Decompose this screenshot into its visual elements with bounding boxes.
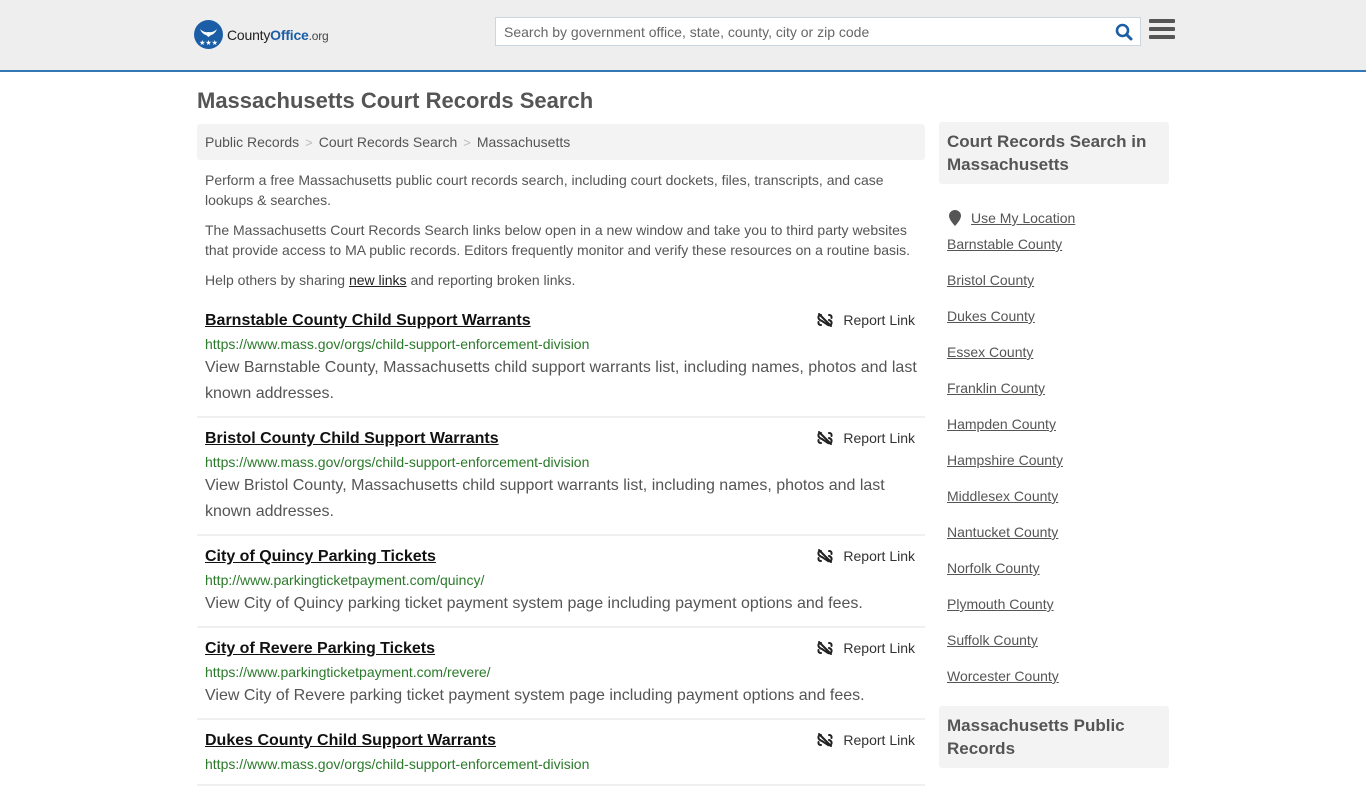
sidebar-county-item: Franklin County — [947, 380, 1161, 416]
report-link-label: Report Link — [843, 312, 915, 328]
search-icon — [1115, 23, 1133, 40]
intro-p3-before: Help others by sharing — [205, 272, 349, 288]
intro-paragraph-1: Perform a free Massachusetts public cour… — [205, 172, 884, 208]
svg-text:★★★: ★★★ — [199, 39, 218, 47]
result-item: Barnstable County Child Support Warrants… — [197, 300, 925, 418]
result-description: View Barnstable County, Massachusetts ch… — [205, 359, 917, 402]
report-link-label: Report Link — [843, 548, 915, 564]
intro-paragraph-2: The Massachusetts Court Records Search l… — [205, 222, 911, 258]
sidebar-county-item: Bristol County — [947, 272, 1161, 308]
report-link-label: Report Link — [843, 732, 915, 748]
result-item: Dukes County Child Support Warrants Repo… — [197, 720, 925, 786]
result-title-link[interactable]: City of Revere Parking Tickets — [205, 638, 435, 660]
hamburger-menu-icon[interactable] — [1149, 19, 1175, 43]
site-header: ★★★ CountyOffice.org — [0, 0, 1366, 72]
site-logo[interactable]: ★★★ CountyOffice.org — [194, 20, 329, 49]
broken-link-icon — [817, 733, 833, 747]
sidebar-county-item: Nantucket County — [947, 524, 1161, 560]
logo-text: CountyOffice.org — [227, 27, 329, 43]
sidebar-county-item: Worcester County — [947, 668, 1161, 704]
sidebar-county-item: Middlesex County — [947, 488, 1161, 524]
sidebar-county-item: Suffolk County — [947, 632, 1161, 668]
use-my-location-link[interactable]: Use My Location — [971, 210, 1075, 226]
result-item: Bristol County Child Support Warrants Re… — [197, 418, 925, 536]
search-input[interactable] — [496, 18, 1108, 45]
report-link-label: Report Link — [843, 430, 915, 446]
sidebar-county-item: Dukes County — [947, 308, 1161, 344]
result-item: City of Revere Parking Tickets Report Li… — [197, 628, 925, 720]
report-link-label: Report Link — [843, 640, 915, 656]
sidebar-county-item: Plymouth County — [947, 596, 1161, 632]
county-link[interactable]: Worcester County — [947, 668, 1059, 684]
result-description: View City of Quincy parking ticket payme… — [205, 595, 863, 612]
logo-org: .org — [308, 28, 329, 43]
intro-text: Perform a free Massachusetts public cour… — [197, 170, 925, 290]
result-url: https://www.parkingticketpayment.com/rev… — [205, 664, 491, 680]
county-link[interactable]: Franklin County — [947, 380, 1045, 396]
sidebar-county-item: Barnstable County — [947, 236, 1161, 272]
county-link[interactable]: Barnstable County — [947, 236, 1062, 252]
breadcrumb-public-records[interactable]: Public Records — [205, 134, 299, 150]
result-description: View Bristol County, Massachusetts child… — [205, 477, 885, 520]
broken-link-icon — [817, 313, 833, 327]
county-link[interactable]: Middlesex County — [947, 488, 1058, 504]
breadcrumb: Public Records > Court Records Search > … — [197, 124, 925, 160]
map-marker-icon — [949, 210, 961, 226]
result-url: https://www.mass.gov/orgs/child-support-… — [205, 756, 590, 772]
broken-link-icon — [817, 641, 833, 655]
county-link[interactable]: Hampden County — [947, 416, 1056, 432]
result-url: https://www.mass.gov/orgs/child-support-… — [205, 454, 590, 470]
page-title: Massachusetts Court Records Search — [197, 88, 594, 113]
county-list: Use My Location Barnstable County Bristol… — [939, 184, 1169, 704]
result-title-link[interactable]: Barnstable County Child Support Warrants — [205, 310, 531, 332]
sidebar: Court Records Search in Massachusetts Us… — [939, 122, 1169, 768]
sidebar-county-item: Hampshire County — [947, 452, 1161, 488]
county-link[interactable]: Dukes County — [947, 308, 1035, 324]
search-button[interactable] — [1108, 18, 1140, 45]
report-link-button[interactable]: Report Link — [817, 732, 915, 748]
result-url: https://www.mass.gov/orgs/child-support-… — [205, 336, 590, 352]
broken-link-icon — [817, 431, 833, 445]
use-my-location[interactable]: Use My Location — [947, 200, 1161, 236]
search-box — [495, 17, 1141, 46]
report-link-button[interactable]: Report Link — [817, 312, 915, 328]
sidebar-county-item: Essex County — [947, 344, 1161, 380]
logo-county: County — [227, 26, 271, 43]
county-link[interactable]: Norfolk County — [947, 560, 1040, 576]
broken-link-icon — [817, 549, 833, 563]
result-title-link[interactable]: Bristol County Child Support Warrants — [205, 428, 499, 450]
report-link-button[interactable]: Report Link — [817, 640, 915, 656]
breadcrumb-massachusetts[interactable]: Massachusetts — [477, 134, 570, 150]
intro-paragraph-3: Help others by sharing new links and rep… — [205, 270, 917, 290]
logo-office: Office — [270, 26, 309, 43]
sidebar-county-item: Hampden County — [947, 416, 1161, 452]
eagle-stars-logo-icon: ★★★ — [194, 20, 223, 49]
breadcrumb-separator: > — [463, 134, 471, 150]
sidebar-heading-court-records: Court Records Search in Massachusetts — [939, 122, 1169, 184]
result-description: View City of Revere parking ticket payme… — [205, 687, 865, 704]
report-link-button[interactable]: Report Link — [817, 430, 915, 446]
county-link[interactable]: Nantucket County — [947, 524, 1058, 540]
new-links-link[interactable]: new links — [349, 272, 407, 288]
result-item: City of Quincy Parking Tickets Report Li… — [197, 536, 925, 628]
county-link[interactable]: Bristol County — [947, 272, 1034, 288]
sidebar-county-item: Norfolk County — [947, 560, 1161, 596]
county-link[interactable]: Hampshire County — [947, 452, 1063, 468]
main-content: Public Records > Court Records Search > … — [197, 124, 925, 786]
county-link[interactable]: Essex County — [947, 344, 1033, 360]
breadcrumb-separator: > — [305, 134, 313, 150]
breadcrumb-court-records-search[interactable]: Court Records Search — [319, 134, 458, 150]
result-url: http://www.parkingticketpayment.com/quin… — [205, 572, 485, 588]
result-title-link[interactable]: City of Quincy Parking Tickets — [205, 546, 436, 568]
intro-p3-after: and reporting broken links. — [406, 272, 576, 288]
county-link[interactable]: Plymouth County — [947, 596, 1054, 612]
sidebar-heading-public-records[interactable]: Massachusetts Public Records — [939, 706, 1169, 768]
county-link[interactable]: Suffolk County — [947, 632, 1038, 648]
result-title-link[interactable]: Dukes County Child Support Warrants — [205, 730, 496, 752]
results-list: Barnstable County Child Support Warrants… — [197, 300, 925, 786]
report-link-button[interactable]: Report Link — [817, 548, 915, 564]
